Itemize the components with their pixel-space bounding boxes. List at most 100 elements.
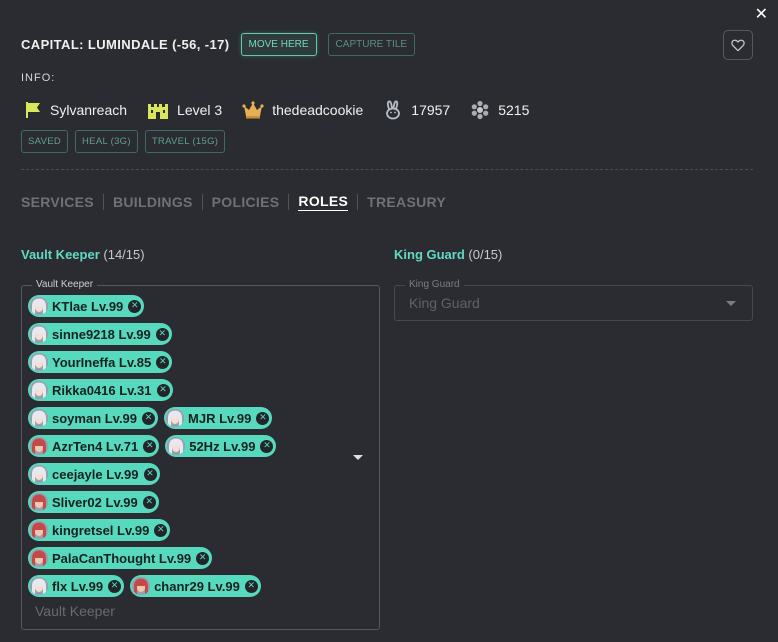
member-chip[interactable]: KTlae Lv.99 ✕ [28,295,145,317]
avatar [30,325,48,343]
flag-icon [26,102,40,118]
member-chip-label: sinne9218 Lv.99 [52,326,151,342]
member-chip[interactable]: Sliver02 Lv.99 ✕ [28,491,159,513]
member-chip[interactable]: MJR Lv.99 ✕ [164,407,273,429]
member-chip-label: flx Lv.99 [52,578,104,594]
rabbit-icon [386,100,401,120]
chip-row: AzrTen4 Lv.71 ✕ 52Hz Lv.99 ✕ [28,432,348,460]
page-title: CAPITAL: LUMINDALE (-56, -17) [21,36,230,52]
member-chip[interactable]: Rikka0416 Lv.31 ✕ [28,379,173,401]
chip-row: Rikka0416 Lv.31 ✕ [28,376,348,404]
member-chip[interactable]: chanr29 Lv.99 ✕ [130,575,261,597]
owner-info: thedeadcookie [242,100,363,120]
castle-icon [148,104,169,119]
avatar [30,493,48,511]
vault-keeper-count: (14/15) [103,247,145,262]
chip-row: flx Lv.99 ✕ chanr29 Lv.99 ✕ [28,572,348,600]
avatar [30,521,48,539]
king-guard-title: King Guard [394,247,465,262]
member-chip[interactable]: YourIneffa Lv.85 ✕ [28,351,173,373]
owner-name: thedeadcookie [272,102,364,118]
chip-row: KTlae Lv.99 ✕ [28,292,348,320]
remove-chip-icon[interactable]: ✕ [142,495,156,509]
favorite-button[interactable] [723,30,753,60]
saved-tag: SAVED [21,130,69,153]
vault-keeper-title: Vault Keeper [21,247,100,262]
kingdom-info: Sylvanreach [24,101,127,119]
member-chip-label: 52Hz Lv.99 [189,438,256,454]
remove-chip-icon[interactable]: ✕ [244,579,258,593]
avatar [166,409,185,427]
king-guard-count: (0/15) [468,247,503,262]
chip-row: ceejayle Lv.99 ✕ [28,460,348,488]
member-chip[interactable]: flx Lv.99 ✕ [28,575,125,597]
chip-row: YourIneffa Lv.85 ✕ [28,348,348,376]
member-chip[interactable]: soyman Lv.99 ✕ [28,407,159,429]
avatar [30,353,48,371]
remove-chip-icon[interactable]: ✕ [128,299,142,313]
member-chip[interactable]: AzrTen4 Lv.71 ✕ [28,435,160,457]
info-row: Sylvanreach Level 3 thedeadcookie 17957 [24,98,549,122]
dropdown-arrow-icon[interactable] [726,301,736,306]
dropdown-arrow-icon[interactable] [353,455,363,460]
tab-separator [201,194,203,210]
tab-treasury[interactable]: TREASURY [367,194,446,210]
member-chip-label: Rikka0416 Lv.31 [52,382,152,398]
member-chip[interactable]: ceejayle Lv.99 ✕ [28,463,160,485]
king-guard-input[interactable]: King Guard [409,295,480,311]
stat2-info: 5215 [470,100,529,120]
chip-row: soyman Lv.99 ✕ MJR Lv.99 ✕ [28,404,348,432]
member-chip[interactable]: kingretsel Lv.99 ✕ [28,519,171,541]
close-button[interactable]: ✕ [755,4,768,23]
remove-chip-icon[interactable]: ✕ [260,439,274,453]
chip-row: kingretsel Lv.99 ✕ [28,516,348,544]
avatar [30,549,48,567]
member-chip-label: AzrTen4 Lv.71 [52,438,139,454]
tab-roles[interactable]: ROLES [298,193,349,211]
move-here-button[interactable]: MOVE HERE [240,32,317,56]
remove-chip-icon[interactable]: ✕ [156,355,170,369]
remove-chip-icon[interactable]: ✕ [143,439,157,453]
stat1-value: 17957 [411,102,451,118]
tab-policies[interactable]: POLICIES [212,194,280,210]
level-text: Level 3 [177,102,223,118]
avatar [30,297,48,315]
travel-tag: TRAVEL (15G) [144,130,226,153]
heal-tag: HEAL (3G) [75,130,138,153]
remove-chip-icon[interactable]: ✕ [108,579,122,593]
member-chip[interactable]: sinne9218 Lv.99 ✕ [28,323,172,345]
vault-keeper-select[interactable]: Vault Keeper KTlae Lv.99 ✕ sinne9218 Lv.99… [21,279,380,630]
tab-buildings[interactable]: BUILDINGS [113,194,193,210]
chip-row: Sliver02 Lv.99 ✕ [28,488,348,516]
remove-chip-icon[interactable]: ✕ [155,327,169,341]
member-chip-label: soyman Lv.99 [52,410,138,426]
tab-separator [102,194,104,210]
info-label: INFO: [21,72,56,84]
remove-chip-icon[interactable]: ✕ [156,383,170,397]
member-chip-label: Sliver02 Lv.99 [52,494,138,510]
tab-services[interactable]: SERVICES [21,194,94,210]
remove-chip-icon[interactable]: ✕ [256,411,270,425]
member-chip-label: chanr29 Lv.99 [154,578,240,594]
king-guard-heading: King Guard (0/15) [394,247,502,262]
heart-icon [731,39,745,52]
avatar [30,577,48,595]
remove-chip-icon[interactable]: ✕ [142,411,156,425]
vault-keeper-input[interactable]: Vault Keeper [35,603,115,619]
king-guard-legend: King Guard [405,279,464,290]
remove-chip-icon[interactable]: ✕ [143,467,157,481]
remove-chip-icon[interactable]: ✕ [154,523,168,537]
member-chip-label: PalaCanThought Lv.99 [52,550,192,566]
divider [21,169,753,170]
member-chip[interactable]: PalaCanThought Lv.99 ✕ [28,547,213,569]
avatar [30,465,48,483]
gem-cluster-icon [471,100,489,120]
remove-chip-icon[interactable]: ✕ [196,551,210,565]
member-chip-label: KTlae Lv.99 [52,298,124,314]
tab-separator [288,194,290,210]
capture-tile-button[interactable]: CAPTURE TILE [327,32,416,56]
king-guard-select[interactable]: King Guard King Guard [394,279,753,321]
member-chip[interactable]: 52Hz Lv.99 ✕ [165,435,277,457]
stat2-value: 5215 [498,102,530,118]
tab-separator [357,194,359,210]
